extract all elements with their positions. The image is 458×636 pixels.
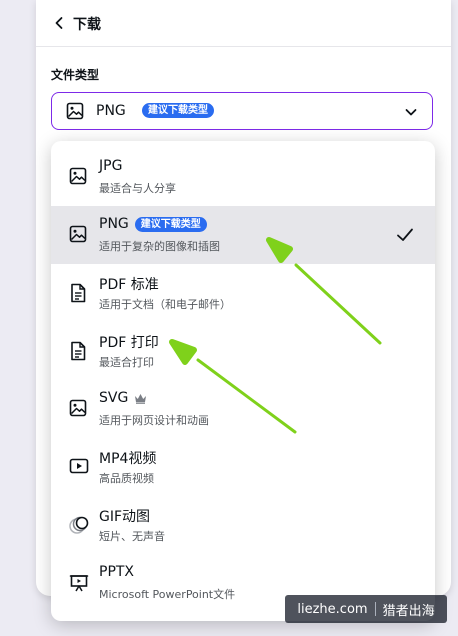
document-icon	[71, 283, 86, 303]
option-jpg[interactable]: JPG 最适合与人分享	[51, 148, 435, 206]
watermark-site: liezhe.com	[297, 601, 368, 617]
image-icon	[69, 167, 87, 185]
option-title: PDF 标准	[99, 274, 159, 294]
option-description: 适用于复杂的图像和插图	[99, 240, 220, 253]
chevron-down-icon	[405, 109, 417, 116]
file-type-select[interactable]: PNG 建议下载类型	[51, 92, 433, 130]
option-label: JPG	[99, 158, 123, 174]
option-title: PNG 建议下载类型	[99, 216, 207, 232]
gif-icon	[69, 516, 89, 534]
image-icon	[69, 399, 87, 417]
option-mp4[interactable]: MP4视频 高品质视频	[51, 438, 435, 496]
option-label: PDF 标准	[99, 277, 159, 293]
option-png[interactable]: PNG 建议下载类型 适用于复杂的图像和插图	[51, 206, 435, 264]
option-title: SVG	[99, 390, 147, 406]
chevron-left-icon[interactable]	[51, 15, 67, 31]
option-label: SVG	[99, 390, 129, 406]
option-pdf-standard[interactable]: PDF 标准 适用于文档（和电子邮件）	[51, 264, 435, 322]
option-title: MP4视频	[99, 448, 156, 468]
option-label: PDF 打印	[99, 335, 159, 351]
file-type-label: 文件类型	[51, 68, 100, 82]
option-title: PPTX	[99, 564, 134, 580]
option-title: GIF动图	[99, 506, 150, 526]
watermark-divider	[374, 602, 376, 616]
option-description: 适用于网页设计和动画	[99, 414, 209, 427]
option-description: 短片、无声音	[99, 530, 165, 543]
video-icon	[69, 458, 89, 474]
option-label: GIF动图	[99, 509, 151, 525]
option-label: PPTX	[99, 564, 135, 580]
image-icon	[66, 102, 84, 120]
crown-icon	[135, 393, 147, 404]
option-description: 最适合打印	[99, 356, 154, 369]
file-type-dropdown: JPG 最适合与人分享 PNG 建议下载类型 适用于复杂的图像和插图 PDF 标…	[51, 141, 435, 621]
option-pdf-print[interactable]: PDF 打印 最适合打印	[51, 322, 435, 380]
presentation-icon	[69, 575, 89, 592]
option-description: 适用于文档（和电子邮件）	[99, 298, 231, 311]
option-description: 最适合与人分享	[99, 182, 176, 195]
option-title: PDF 打印	[99, 332, 159, 352]
recommended-badge: 建议下载类型	[134, 216, 207, 232]
watermark-name: 猎者出海	[382, 603, 435, 619]
option-label: PNG	[99, 216, 129, 232]
option-description: 高品质视频	[99, 472, 154, 485]
option-label: MP4视频	[99, 451, 157, 467]
panel-title: 下载	[73, 17, 101, 33]
image-icon	[69, 225, 87, 243]
checkmark-icon	[397, 228, 413, 241]
option-svg[interactable]: SVG 适用于网页设计和动画	[51, 380, 435, 438]
watermark: liezhe.com 猎者出海	[285, 595, 447, 623]
option-gif[interactable]: GIF动图 短片、无声音	[51, 496, 435, 554]
option-description: Microsoft PowerPoint文件	[99, 588, 236, 601]
option-title: JPG	[99, 158, 122, 174]
select-value: PNG	[96, 103, 126, 119]
panel-header: 下载	[36, 0, 451, 47]
document-icon	[71, 341, 86, 361]
recommended-badge: 建议下载类型	[142, 103, 214, 118]
